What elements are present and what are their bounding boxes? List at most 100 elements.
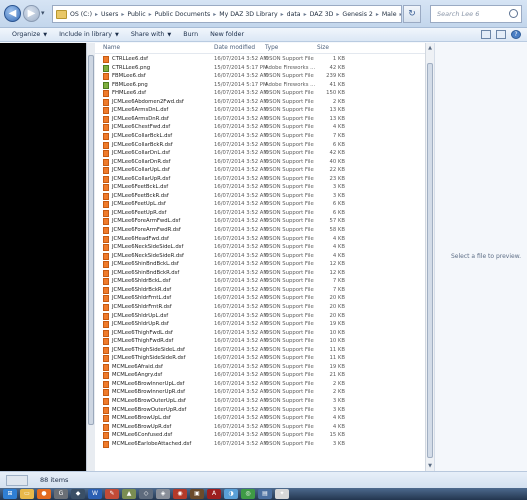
- taskbar-app-11-icon[interactable]: ◉: [173, 489, 187, 499]
- taskbar-explorer-icon[interactable]: ▭: [20, 489, 34, 499]
- file-row[interactable]: FBMLee6.png 15/07/2014 5:17 PM Adobe Firew…: [95, 81, 425, 90]
- breadcrumb-separator-icon[interactable]: ▸: [121, 11, 124, 18]
- file-row[interactable]: MCMLee6BrowOuterUpR.dsf 16/07/2014 3:52 A…: [95, 406, 425, 415]
- breadcrumb-item[interactable]: DAZ 3D: [310, 11, 334, 18]
- taskbar-app-g-icon[interactable]: G: [54, 489, 68, 499]
- file-row[interactable]: JCMLee6ShldrFrntR.dsf 16/07/2014 3:52 AM D…: [95, 303, 425, 312]
- preview-pane-icon[interactable]: [496, 30, 506, 39]
- file-row[interactable]: JCMLee6CollarBckL.dsf 16/07/2014 3:52 AM D…: [95, 132, 425, 141]
- file-row[interactable]: MCMLee6BrowInnerUpL.dsf 16/07/2014 3:52 A…: [95, 380, 425, 389]
- search-input[interactable]: Search Lee 6: [430, 5, 522, 23]
- start-button-icon[interactable]: ⊞: [3, 489, 17, 499]
- file-row[interactable]: JCMLee6CollarDnR.dsf 16/07/2014 3:52 AM DS…: [95, 158, 425, 167]
- file-row[interactable]: JCMLee6ShldrFrntL.dsf 16/07/2014 3:52 AM D…: [95, 294, 425, 303]
- breadcrumb-item[interactable]: Public Documents: [155, 11, 211, 18]
- breadcrumb-separator-icon[interactable]: ▸: [400, 11, 402, 18]
- file-row[interactable]: JCMLee6ThighFwdR.dsf 16/07/2014 3:52 AM DS…: [95, 337, 425, 346]
- taskbar-word-icon[interactable]: W: [88, 489, 102, 499]
- file-row[interactable]: JCMLee6ForeArmFwdR.dsf 16/07/2014 3:52 AM…: [95, 226, 425, 235]
- column-header-date[interactable]: Date modified: [214, 45, 255, 51]
- file-row[interactable]: JCMLee6ShldrBckL.dsf 16/07/2014 3:52 AM DS…: [95, 277, 425, 286]
- share-with-button[interactable]: Share with ▼: [131, 31, 171, 38]
- scroll-down-icon[interactable]: ▼: [427, 463, 433, 469]
- file-row[interactable]: JCMLee6ShldrUpL.dsf 16/07/2014 3:52 AM DSO…: [95, 312, 425, 321]
- file-row[interactable]: MCMLee6EarlobeAttached.dsf 16/07/2014 3:5…: [95, 440, 425, 449]
- file-row[interactable]: JCMLee6ThighFwdL.dsf 16/07/2014 3:52 AM DS…: [95, 329, 425, 338]
- refresh-button[interactable]: ↻: [403, 5, 421, 23]
- file-row[interactable]: JCMLee6ShinBndBckL.dsf 16/07/2014 3:52 AM…: [95, 260, 425, 269]
- breadcrumb[interactable]: OS (C:) ▸ Users ▸ Public ▸ Public Documents ▸ My…: [52, 5, 402, 23]
- column-header-name[interactable]: Name: [103, 45, 120, 51]
- navigation-scrollbar[interactable]: [86, 43, 95, 471]
- taskbar-firefox-icon[interactable]: ●: [37, 489, 51, 499]
- file-row[interactable]: JCMLee6ArmsDnR.dsf 16/07/2014 3:52 AM DSON…: [95, 115, 425, 124]
- taskbar-chrome-icon[interactable]: ◎: [241, 489, 255, 499]
- taskbar-app-16-icon[interactable]: ▤: [258, 489, 272, 499]
- file-list[interactable]: Name Date modified Type Size CTRLLee6.ds…: [95, 43, 425, 471]
- file-row[interactable]: MCMLee6BrowInnerUpR.dsf 16/07/2014 3:52 A…: [95, 388, 425, 397]
- forward-button[interactable]: ▶: [23, 5, 40, 22]
- file-row[interactable]: FHMLee6.dsf 16/07/2014 3:52 AM DSON Suppor…: [95, 89, 425, 98]
- burn-button[interactable]: Burn: [183, 31, 198, 38]
- file-row[interactable]: MCMLee6BrowUpL.dsf 16/07/2014 3:52 AM DSON…: [95, 414, 425, 423]
- scrollbar-thumb[interactable]: [88, 55, 94, 425]
- breadcrumb-separator-icon[interactable]: ▸: [149, 11, 152, 18]
- file-row[interactable]: JCMLee6FeetBckR.dsf 16/07/2014 3:52 AM DSO…: [95, 192, 425, 201]
- taskbar-app-14-icon[interactable]: ◑: [224, 489, 238, 499]
- file-row[interactable]: JCMLee6FeetBckL.dsf 16/07/2014 3:52 AM DSO…: [95, 183, 425, 192]
- help-icon[interactable]: ?: [511, 30, 521, 39]
- file-row[interactable]: JCMLee6FeetUpR.dsf 16/07/2014 3:52 AM DSON…: [95, 209, 425, 218]
- breadcrumb-item[interactable]: Public: [127, 11, 145, 18]
- file-row[interactable]: JCMLee6NeckSideSideL.dsf 16/07/2014 3:52 …: [95, 243, 425, 252]
- breadcrumb-separator-icon[interactable]: ▸: [281, 11, 284, 18]
- taskbar-app-8-icon[interactable]: ▲: [122, 489, 136, 499]
- taskbar-daz-icon[interactable]: ◆: [71, 489, 85, 499]
- file-row[interactable]: JCMLee6CollarUpL.dsf 16/07/2014 3:52 AM DS…: [95, 166, 425, 175]
- breadcrumb-item[interactable]: Users: [101, 11, 118, 18]
- file-row[interactable]: JCMLee6CollarUpR.dsf 16/07/2014 3:52 AM DS…: [95, 175, 425, 184]
- taskbar-app-12-icon[interactable]: ▣: [190, 489, 204, 499]
- file-row[interactable]: JCMLee6ForeArmFwdL.dsf 16/07/2014 3:52 AM…: [95, 217, 425, 226]
- breadcrumb-separator-icon[interactable]: ▸: [336, 11, 339, 18]
- file-row[interactable]: JCMLee6ChestFwd.dsf 16/07/2014 3:52 AM DSO…: [95, 123, 425, 132]
- file-row[interactable]: FBMLee6.dsf 16/07/2014 3:52 AM DSON Suppor…: [95, 72, 425, 81]
- file-list-scrollbar[interactable]: ▲ ▼: [425, 43, 434, 471]
- column-header-type[interactable]: Type: [265, 45, 278, 51]
- change-view-icon[interactable]: [481, 30, 491, 39]
- file-row[interactable]: JCMLee6ShldrUpR.dsf 16/07/2014 3:52 AM DSO…: [95, 320, 425, 329]
- file-row[interactable]: JCMLee6HeadFwd.dsf 16/07/2014 3:52 AM DSON…: [95, 235, 425, 244]
- taskbar-app-17-icon[interactable]: ✦: [275, 489, 289, 499]
- taskbar-acrobat-icon[interactable]: A: [207, 489, 221, 499]
- breadcrumb-separator-icon[interactable]: ▸: [213, 11, 216, 18]
- breadcrumb-separator-icon[interactable]: ▸: [304, 11, 307, 18]
- file-row[interactable]: JCMLee6CollarBckR.dsf 16/07/2014 3:52 AM D…: [95, 141, 425, 150]
- file-row[interactable]: JCMLee6FeetUpL.dsf 16/07/2014 3:52 AM DSON…: [95, 200, 425, 209]
- file-row[interactable]: JCMLee6ArmsDnL.dsf 16/07/2014 3:52 AM DSON…: [95, 106, 425, 115]
- navigation-pane[interactable]: [0, 43, 94, 471]
- scrollbar-thumb[interactable]: [427, 63, 433, 458]
- breadcrumb-separator-icon[interactable]: ▸: [376, 11, 379, 18]
- file-row[interactable]: MCMLee6BrowUpR.dsf 16/07/2014 3:52 AM DSON…: [95, 423, 425, 432]
- file-row[interactable]: CTRLLee6.png 15/07/2014 5:17 PM Adobe Fire…: [95, 64, 425, 73]
- back-button[interactable]: ◀: [4, 5, 21, 22]
- file-row[interactable]: CTRLLee6.dsf 16/07/2014 3:52 AM DSON Suppo…: [95, 55, 425, 64]
- organize-button[interactable]: Organize ▼: [12, 31, 47, 38]
- taskbar-app-9-icon[interactable]: ◇: [139, 489, 153, 499]
- file-row[interactable]: MCMLee6Afraid.dsf 16/07/2014 3:52 AM DSON …: [95, 363, 425, 372]
- file-row[interactable]: JCMLee6ShinBndBckR.dsf 16/07/2014 3:52 AM…: [95, 269, 425, 278]
- file-row[interactable]: MCMLee6Angry.dsf 16/07/2014 3:52 AM DSON S…: [95, 371, 425, 380]
- file-row[interactable]: MCMLee6BrowOuterUpL.dsf 16/07/2014 3:52 A…: [95, 397, 425, 406]
- file-row[interactable]: JCMLee6CollarDnL.dsf 16/07/2014 3:52 AM DS…: [95, 149, 425, 158]
- breadcrumb-item[interactable]: My DAZ 3D Library: [219, 11, 277, 18]
- scroll-up-icon[interactable]: ▲: [427, 45, 433, 51]
- include-in-library-button[interactable]: Include in library ▼: [59, 31, 119, 38]
- new-folder-button[interactable]: New folder: [210, 31, 244, 38]
- file-row[interactable]: JCMLee6ThighSideSideL.dsf 16/07/2014 3:52…: [95, 346, 425, 355]
- recent-pages-dropdown[interactable]: ▾: [41, 9, 45, 17]
- file-row[interactable]: JCMLee6NeckSideSideR.dsf 16/07/2014 3:52 …: [95, 252, 425, 261]
- breadcrumb-item[interactable]: Genesis 2: [342, 11, 372, 18]
- breadcrumb-item[interactable]: data: [287, 11, 301, 18]
- taskbar-paint-icon[interactable]: ✎: [105, 489, 119, 499]
- file-row[interactable]: JCMLee6Abdomen2Fwd.dsf 16/07/2014 3:52 AM…: [95, 98, 425, 107]
- file-row[interactable]: JCMLee6ThighSideSideR.dsf 16/07/2014 3:52…: [95, 354, 425, 363]
